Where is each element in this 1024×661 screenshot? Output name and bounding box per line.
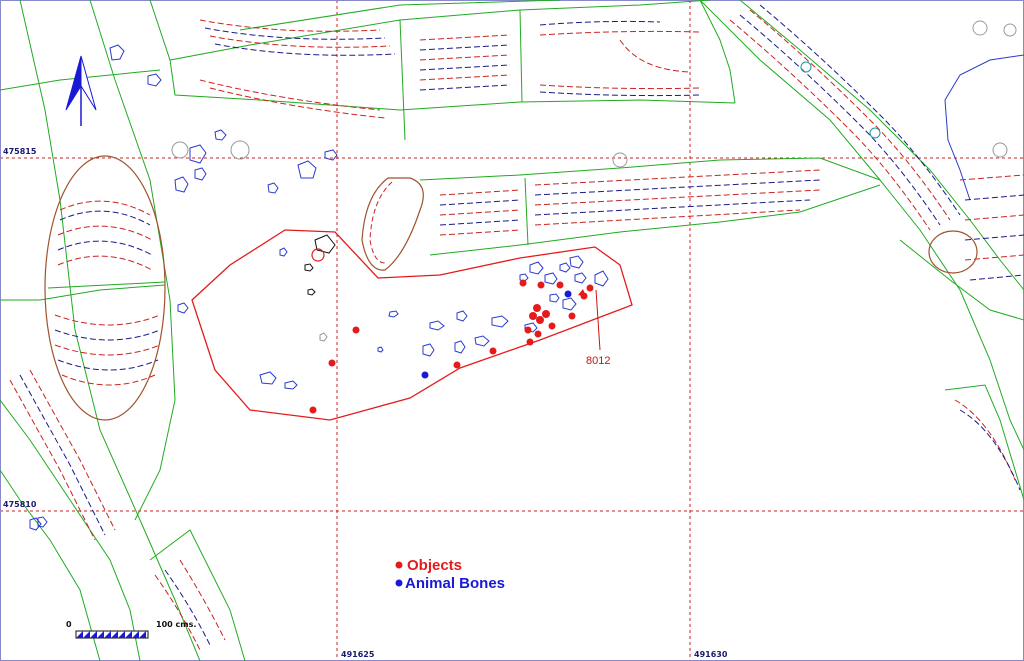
black-features [304, 234, 336, 296]
legend: Objects Animal Bones [395, 557, 505, 592]
northing-label-475815: 475815 [3, 147, 37, 156]
area-boundary-8012 [191, 229, 633, 421]
grid-lines [0, 0, 1024, 661]
grey-stones [171, 20, 1017, 342]
legend-objects-label: Objects [407, 557, 462, 574]
mid-band-lower [429, 184, 881, 256]
north-arrow-icon [65, 55, 97, 126]
right-band-inner [739, 0, 1024, 291]
legend-animal-bones-marker [395, 579, 403, 587]
mid-band-upper [419, 157, 881, 181]
northing-label-475810: 475810 [3, 500, 37, 509]
top-band-divider-3 [699, 0, 736, 104]
object-finds [309, 279, 594, 414]
top-band-divider-2 [519, 9, 523, 103]
map-frame [0, 0, 1024, 661]
scale-start-label: 0 [66, 620, 72, 629]
top-band-divider-1 [399, 19, 406, 141]
legend-animal-bones-label: Animal Bones [405, 575, 505, 592]
stones [29, 44, 609, 531]
right-cut-edge [944, 54, 1024, 201]
scale-end-label: 100 cms. [156, 620, 196, 629]
right-band-cross [899, 239, 1024, 321]
trench-outlines [0, 0, 1024, 661]
easting-label-491625: 491625 [341, 650, 375, 659]
map-canvas: 8012 475815 475810 491625 491630 0 100 c… [0, 0, 1024, 661]
lower-left-lobe [149, 529, 246, 661]
right-pit-outline [928, 230, 978, 274]
left-pit-section [47, 281, 166, 289]
red-ring-feature [311, 248, 325, 262]
excavation-map: 8012 475815 475810 491625 491630 0 100 c… [0, 0, 1024, 661]
right-lower-lobe [944, 384, 1024, 501]
feature-label-8012: 8012 [586, 355, 610, 367]
left-band-edge-outer [19, 0, 201, 661]
left-pit-outline [44, 155, 166, 421]
feature-label-leader [595, 289, 601, 351]
mid-feature-outline [361, 177, 424, 271]
left-band-edge-inner [89, 0, 176, 521]
cyan-features [800, 61, 881, 139]
legend-objects-marker [395, 561, 403, 569]
animal-bone-finds [421, 290, 572, 379]
top-band-upper [149, 0, 711, 61]
mid-band-divider [524, 177, 529, 246]
scale-bar: 0 100 cms. [66, 620, 196, 639]
easting-label-491630: 491630 [694, 650, 728, 659]
top-band-lower [169, 59, 736, 111]
left-cross-line [0, 284, 166, 301]
